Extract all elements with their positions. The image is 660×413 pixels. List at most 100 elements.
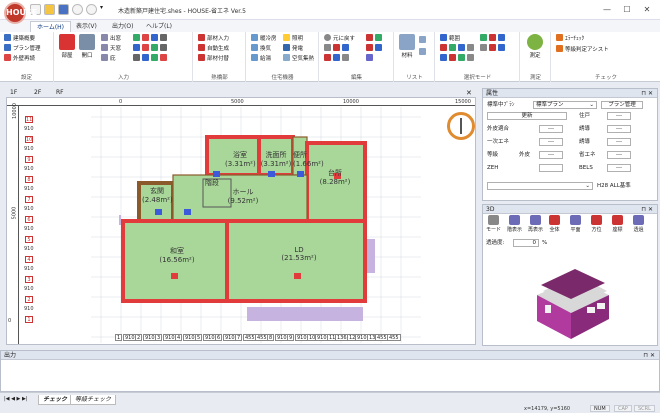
primary-energy-value: --- bbox=[539, 138, 563, 146]
floor-tab-2f[interactable]: 2F bbox=[34, 89, 41, 96]
grid-col-dimension[interactable]: 9 bbox=[287, 334, 295, 341]
bay-window-button[interactable]: 出窓 bbox=[101, 34, 121, 44]
hot-water-button[interactable]: 給湯 bbox=[251, 54, 271, 64]
tab-nav-arrows[interactable]: |◀ ◀ ▶ ▶| bbox=[4, 396, 28, 402]
edit-tool-icon[interactable] bbox=[366, 54, 375, 64]
edit-tool-icon[interactable] bbox=[324, 54, 351, 64]
save-icon[interactable] bbox=[58, 4, 69, 15]
close-button[interactable]: ✕ bbox=[640, 4, 654, 16]
app-logo-icon[interactable]: HOUSE bbox=[4, 2, 37, 24]
grade-envelope-value: --- bbox=[539, 151, 563, 159]
plan-manage-button[interactable]: プラン管理 bbox=[4, 44, 41, 54]
redo-icon[interactable] bbox=[86, 4, 97, 15]
edit-tool-icon[interactable] bbox=[324, 44, 351, 54]
grid-col-dimension[interactable]: 6 bbox=[215, 334, 223, 341]
grid-col-dimension[interactable]: 455 bbox=[387, 334, 401, 341]
grid-col-dimension[interactable]: 8 bbox=[267, 334, 275, 341]
edit-tool-icon[interactable] bbox=[366, 34, 384, 44]
range-select-button[interactable]: 範囲 bbox=[440, 34, 460, 44]
group-settings: 建築概要 プラン管理 外壁再読 設定 bbox=[0, 32, 54, 82]
floor-tab-rf[interactable]: RF bbox=[56, 89, 64, 96]
grid-col-dimension[interactable]: 3 bbox=[155, 334, 163, 341]
lighting-button[interactable]: 照明 bbox=[283, 34, 303, 44]
redisplay-button[interactable]: 再表示 bbox=[528, 215, 543, 233]
plan-view-button[interactable]: 平面 bbox=[570, 215, 581, 233]
outer-wall-reload-button[interactable]: 外壁再読 bbox=[4, 54, 35, 64]
dimension-row: 1 910 2 910 3 910 4 910 5 910 6 910 7 455 455 8 910 9 910 1… bbox=[115, 334, 401, 342]
ventilation-button[interactable]: 換気 bbox=[251, 44, 271, 54]
input-tool-icon[interactable] bbox=[133, 54, 169, 64]
building-overview-button[interactable]: 建築概要 bbox=[4, 34, 35, 44]
input-tool-icon[interactable] bbox=[133, 34, 169, 44]
input-tool-icon[interactable] bbox=[133, 44, 169, 54]
grid-col-dimension[interactable]: 5 bbox=[195, 334, 203, 341]
heating-cooling-button[interactable]: 暖冷房 bbox=[251, 34, 277, 44]
coordinate-button[interactable]: 座標 bbox=[612, 215, 623, 233]
eave-button[interactable]: 庇 bbox=[101, 54, 116, 64]
auto-generate-button[interactable]: 自動生成 bbox=[198, 44, 229, 54]
transparency-label: 透過度: bbox=[486, 240, 505, 246]
floor-tab-1f[interactable]: 1F bbox=[10, 89, 17, 96]
list-icon[interactable] bbox=[419, 36, 428, 46]
select-tool-icon[interactable] bbox=[440, 44, 476, 54]
select-tool-icon[interactable] bbox=[440, 54, 476, 64]
pane-header: 3D ⊓ ✕ bbox=[483, 205, 657, 214]
close-icon[interactable]: ✕ bbox=[466, 89, 472, 97]
output-tab-grade-check[interactable]: 等級チェック bbox=[70, 395, 117, 405]
room-button[interactable]: 部屋 bbox=[59, 34, 75, 59]
orientation-button[interactable]: 方位 bbox=[591, 215, 602, 233]
undo-edit-button[interactable]: 元に戻す bbox=[324, 34, 355, 44]
material-button[interactable]: 材料 bbox=[399, 34, 415, 59]
tab-output[interactable]: 出力(O) bbox=[106, 21, 139, 32]
open-folder-icon[interactable] bbox=[44, 4, 55, 15]
group-label: リスト bbox=[406, 75, 423, 81]
compass-icon[interactable] bbox=[447, 112, 475, 140]
transparency-input[interactable]: 0 bbox=[513, 239, 539, 247]
floor-plan-canvas[interactable]: 0 5000 10000 15000 0 5000 10000 11 910 10 9… bbox=[6, 97, 476, 345]
induce-label: 誘導 bbox=[579, 139, 591, 145]
customize-quickaccess-icon[interactable]: ▾ bbox=[100, 4, 111, 15]
group-label: 熱橋部 bbox=[211, 75, 228, 81]
tab-help[interactable]: ヘルプ(L) bbox=[140, 21, 178, 32]
floor-display-button[interactable]: 階表示 bbox=[507, 215, 522, 233]
skylight-button[interactable]: 天窓 bbox=[101, 44, 121, 54]
error-check-button[interactable]: ｴﾗｰﾁｪｯｸ bbox=[556, 34, 584, 44]
room-label: 和室 (16.56m²) bbox=[159, 247, 195, 264]
grid-col-dimension[interactable]: 2 bbox=[135, 334, 143, 341]
transparency-button[interactable]: 透過 bbox=[633, 215, 644, 233]
power-generation-button[interactable]: 発電 bbox=[283, 44, 303, 54]
grid-col-dimension[interactable]: 1 bbox=[115, 334, 123, 341]
update-button[interactable]: 更新 bbox=[487, 112, 567, 120]
output-tab-check[interactable]: チェック bbox=[38, 395, 73, 405]
edit-tool-icon[interactable] bbox=[366, 44, 384, 54]
member-reassign-button[interactable]: 部材付替 bbox=[198, 54, 229, 64]
group-check: ｴﾗｰﾁｪｯｸ 等級判定アシスト チェック bbox=[552, 32, 660, 82]
zeh-label: ZEH bbox=[487, 165, 499, 171]
member-input-button[interactable]: 部材入力 bbox=[198, 34, 229, 44]
undo-icon[interactable] bbox=[72, 4, 83, 15]
pin-icon[interactable]: ⊓ ✕ bbox=[641, 205, 653, 214]
pin-icon[interactable]: ⊓ ✕ bbox=[641, 89, 653, 98]
standard-select[interactable]: ⌄ bbox=[487, 182, 593, 190]
measure-button[interactable]: 測定 bbox=[527, 34, 543, 59]
plan-select[interactable]: 標準プラン ⌄ bbox=[533, 101, 597, 109]
mode-button[interactable]: モード bbox=[486, 215, 501, 233]
list-icon[interactable] bbox=[419, 48, 428, 58]
select-tool-icon[interactable] bbox=[480, 44, 507, 54]
plan-manage-button[interactable]: プラン管理 bbox=[601, 101, 643, 109]
grade-assist-button[interactable]: 等級判定アシスト bbox=[556, 45, 609, 55]
opening-button[interactable]: 開口 bbox=[79, 34, 95, 59]
tab-view[interactable]: 表示(V) bbox=[70, 21, 103, 32]
grid-col-dimension[interactable]: 4 bbox=[175, 334, 183, 341]
grid-col-dimension[interactable]: 7 bbox=[235, 334, 243, 341]
pin-icon[interactable]: ⊓ ✕ bbox=[643, 351, 655, 360]
house-3d-model[interactable] bbox=[529, 257, 619, 343]
maximize-button[interactable]: ☐ bbox=[620, 4, 634, 16]
select-tool-icon[interactable] bbox=[480, 34, 507, 44]
tab-home[interactable]: ホーム(H) bbox=[30, 21, 72, 32]
standard-label: H28 ALL基準 bbox=[597, 183, 631, 189]
air-heat-collection-button[interactable]: 空気集熱 bbox=[283, 54, 314, 64]
minimize-button[interactable]: — bbox=[600, 4, 614, 16]
fit-all-button[interactable]: 全体 bbox=[549, 215, 560, 233]
cursor-coordinates: x=14179, y=5160 bbox=[524, 406, 571, 412]
